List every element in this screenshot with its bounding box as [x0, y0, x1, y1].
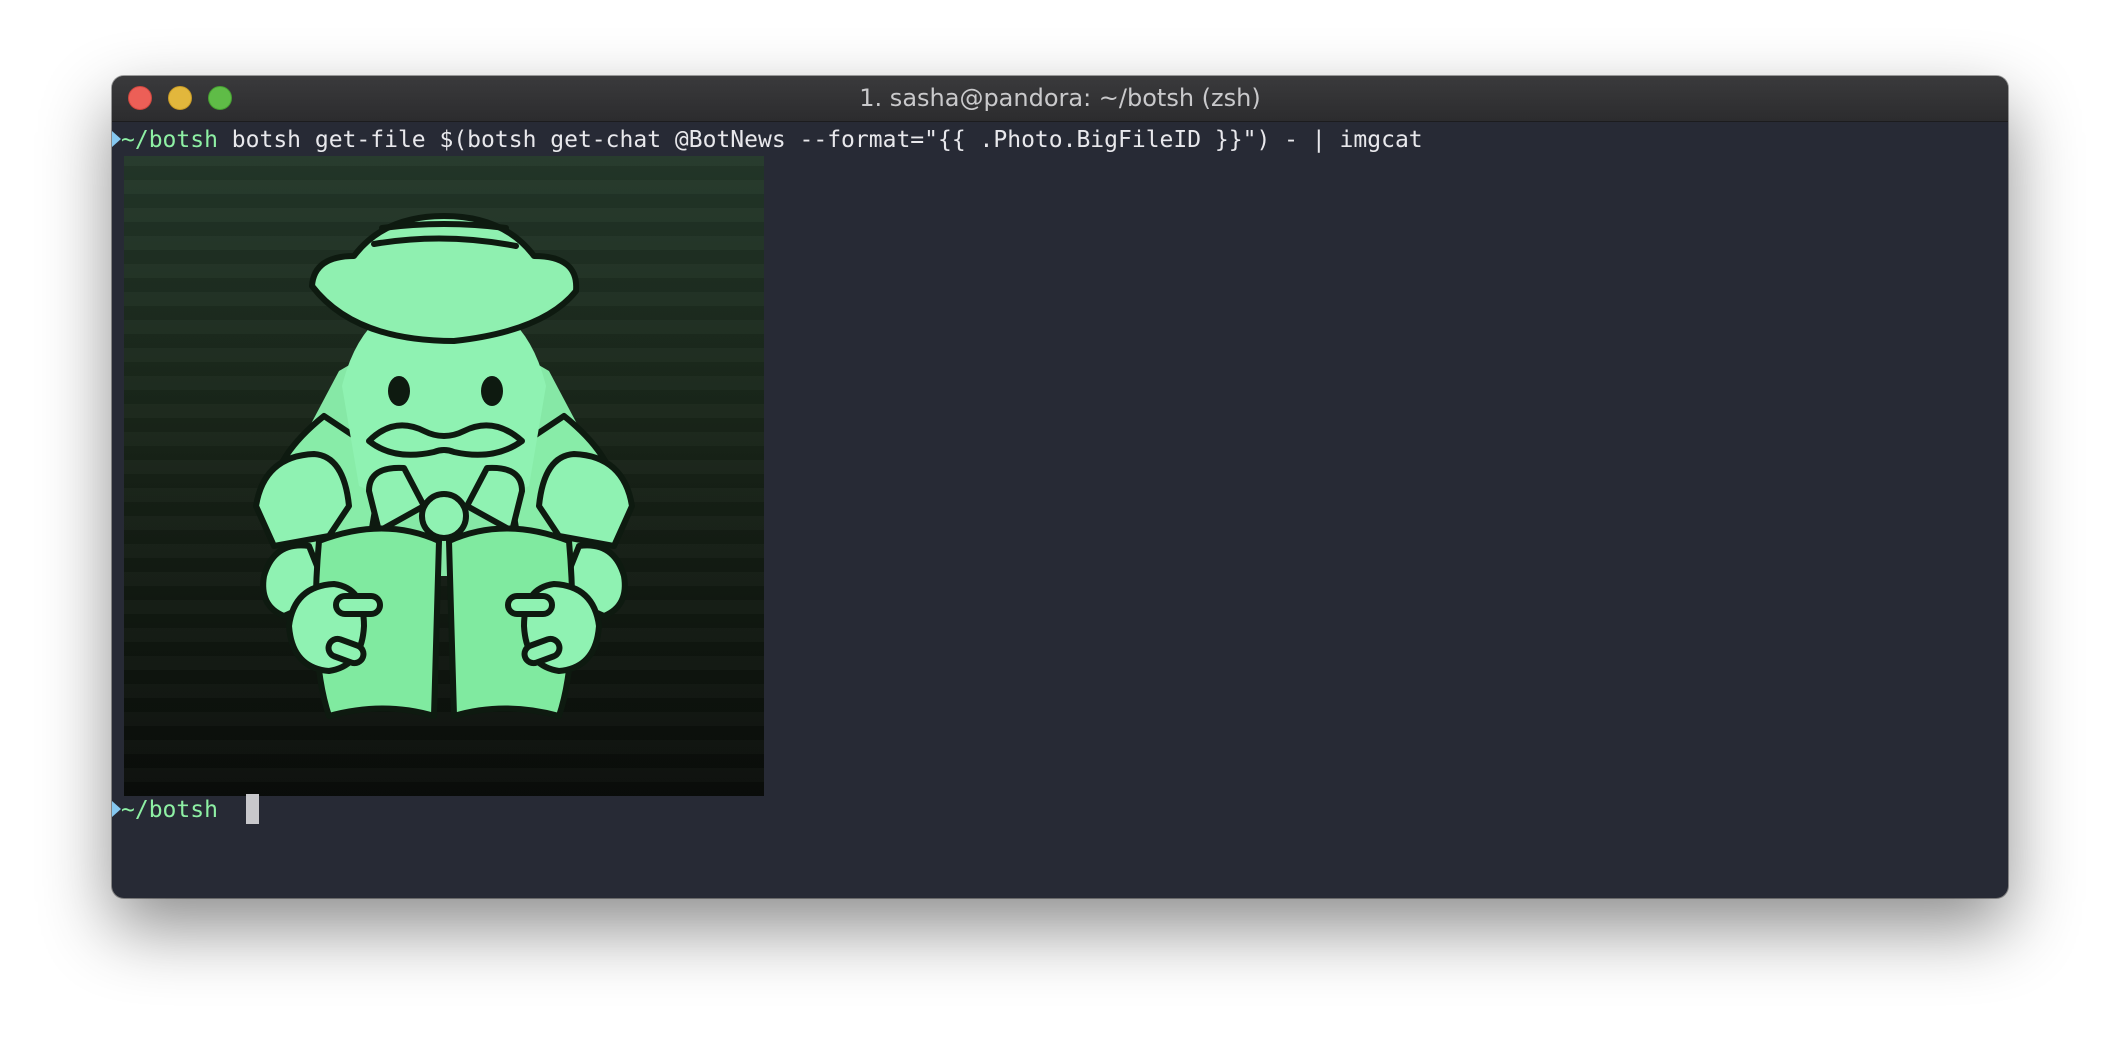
imgcat-image-output: [124, 156, 764, 796]
prompt-line: ~/botsh: [112, 792, 259, 828]
title-bar: 1. sasha@pandora: ~/botsh (zsh): [112, 76, 2008, 122]
prompt-cwd: ~/botsh: [121, 797, 218, 823]
text-cursor: [245, 793, 259, 824]
prompt-cwd: ~/botsh: [121, 127, 218, 153]
prompt-arrow-icon: [112, 800, 121, 817]
command-text: botsh get-file $(botsh get-chat @BotNews…: [217, 127, 1423, 153]
terminal-content[interactable]: ~/botsh botsh get-file $(botsh get-chat …: [112, 122, 2008, 898]
terminal-window: 1. sasha@pandora: ~/botsh (zsh) ~/botsh …: [112, 76, 2008, 898]
bot-news-mascot-icon: [253, 213, 635, 719]
window-title: 1. sasha@pandora: ~/botsh (zsh): [859, 84, 1261, 112]
prompt-arrow-icon: [112, 130, 121, 147]
command-line: ~/botsh botsh get-file $(botsh get-chat …: [112, 122, 1423, 158]
command-input[interactable]: [218, 797, 232, 823]
